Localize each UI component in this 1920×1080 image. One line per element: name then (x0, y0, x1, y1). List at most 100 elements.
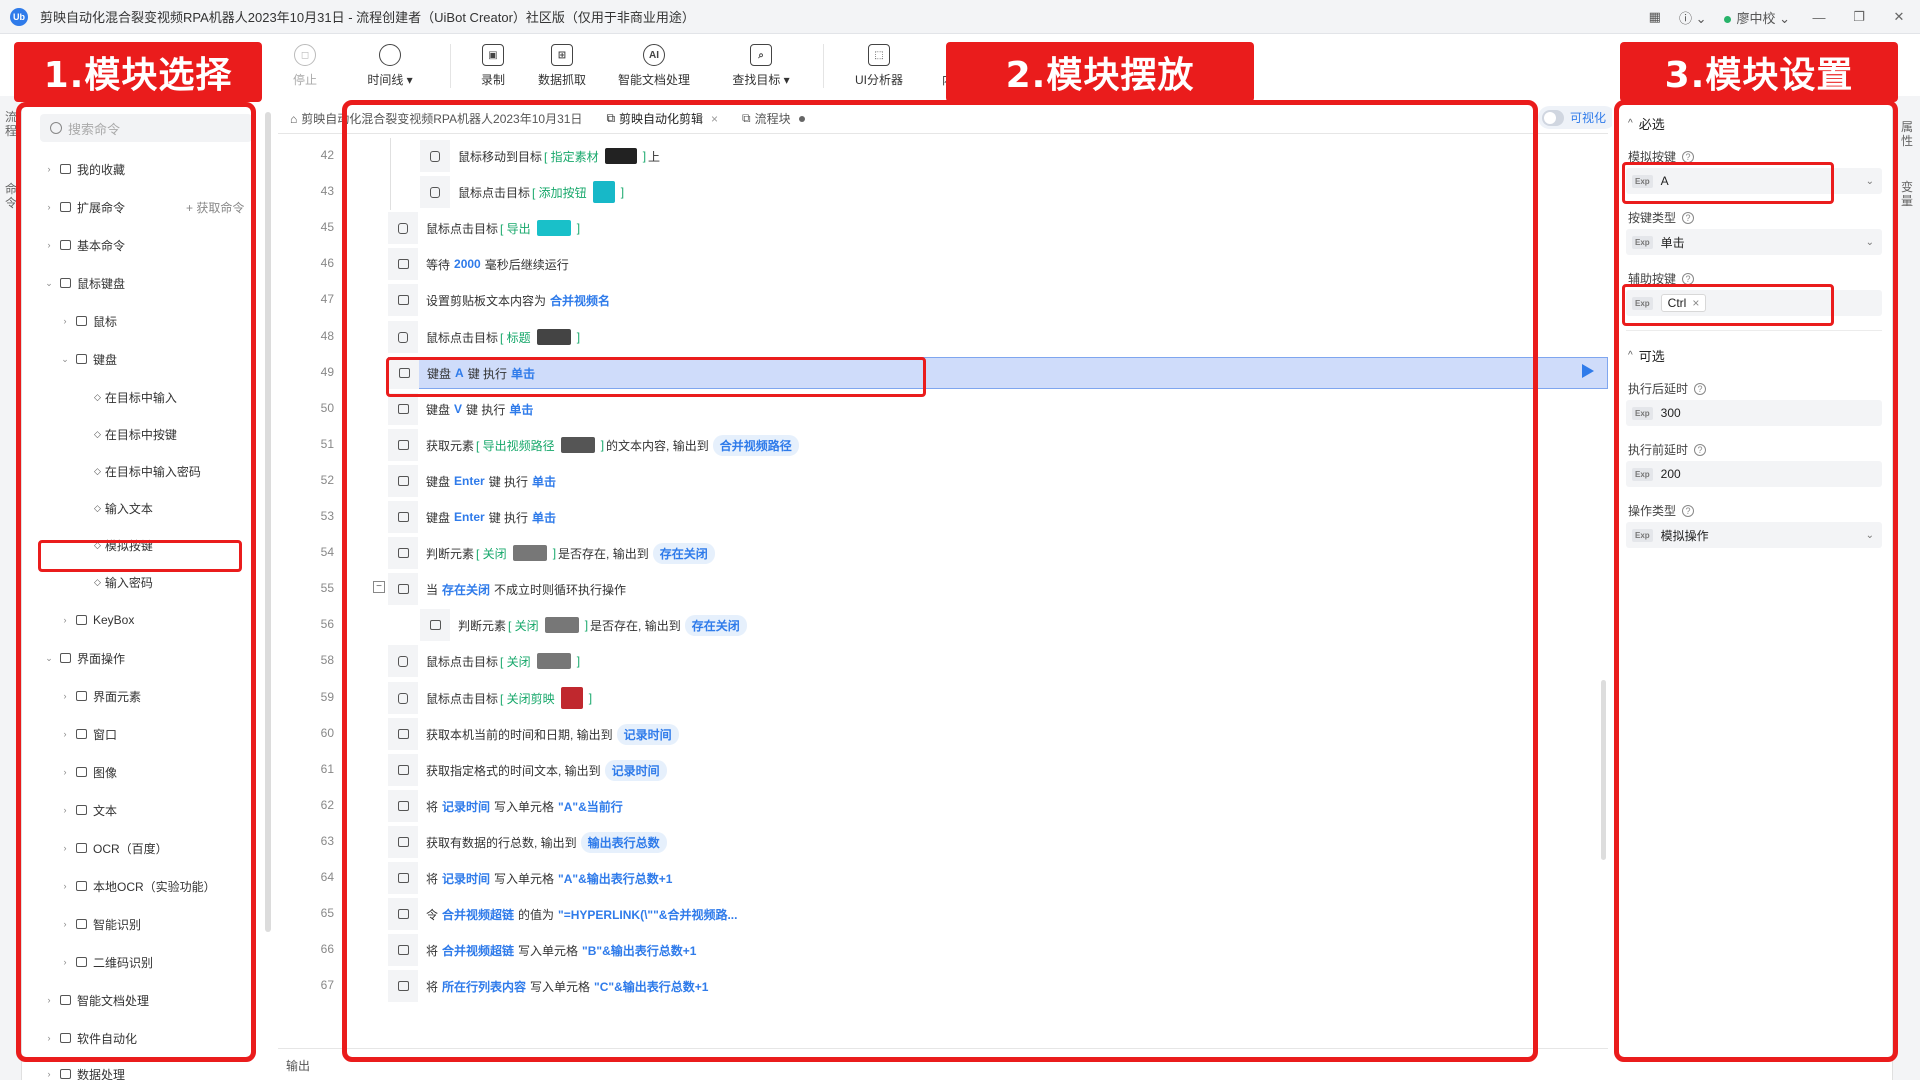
command-row[interactable]: 将 所在行列表内容 写入单元格 "C"&输出表行总数+1 (388, 970, 1608, 1002)
chevron-right-icon[interactable]: › (44, 995, 54, 1005)
tree-item[interactable]: ◇ 在目标中输入 (94, 386, 177, 408)
chevron-right-icon[interactable]: › (60, 919, 70, 929)
chevron-right-icon[interactable]: › (60, 881, 70, 891)
command-row[interactable]: 键盘 Enter 键 执行 单击 (388, 501, 1608, 533)
target-name[interactable]: ] (643, 149, 646, 163)
chevron-down-icon[interactable]: ⌄ (1866, 530, 1874, 541)
chevron-right-icon[interactable]: › (44, 1069, 54, 1079)
command-row[interactable]: 将 合并视频超链 写入单元格 "B"&输出表行总数+1 (388, 934, 1608, 966)
flow-line[interactable]: 58 鼠标点击目标 [ 关闭 ] (278, 643, 1608, 679)
key-type-select[interactable]: Exp 单击 ⌄ (1626, 229, 1882, 255)
output-variable[interactable]: 记录时间 (604, 759, 667, 781)
command-param[interactable]: 合并视频名 (550, 292, 610, 309)
flow-line[interactable]: 66 将 合并视频超链 写入单元格 "B"&输出表行总数+1 (278, 932, 1608, 968)
command-row[interactable]: 获取本机当前的时间和日期, 输出到 记录时间 (388, 718, 1608, 750)
command-param[interactable]: 存在关闭 (442, 581, 490, 598)
exp-toggle[interactable]: Exp (1632, 467, 1653, 481)
command-row[interactable]: 将 记录时间 写入单元格 "A"&当前行 (388, 790, 1608, 822)
restore-button[interactable]: ❐ (1848, 9, 1870, 25)
editor-tab[interactable]: ⧉ 剪映自动化剪辑 × (594, 104, 730, 134)
command-param[interactable]: "A"&输出表行总数+1 (558, 870, 672, 887)
variables-side-tab[interactable]: 变量 (1901, 180, 1913, 208)
target-name[interactable]: ] (577, 654, 580, 668)
delay-after-input[interactable]: Exp 300 (1626, 400, 1882, 426)
exp-toggle[interactable]: Exp (1632, 528, 1653, 542)
flow-line[interactable]: 47 设置剪贴板文本内容为 合并视频名 (278, 282, 1608, 318)
output-variable[interactable]: 输出表行总数 (580, 831, 667, 853)
command-side-tab[interactable]: 命令 (5, 182, 17, 210)
command-row[interactable]: 等待 2000 毫秒后继续运行 (388, 248, 1608, 280)
flow-line[interactable]: 63 获取有数据的行总数, 输出到 输出表行总数 (278, 824, 1608, 860)
tree-item[interactable]: › 扩展命令 (44, 196, 126, 218)
flow-line[interactable]: 43 鼠标点击目标 [ 添加按钮 ] (278, 174, 1608, 210)
flow-line[interactable]: 62 将 记录时间 写入单元格 "A"&当前行 (278, 788, 1608, 824)
get-command-button[interactable]: + 获取命令 (186, 199, 244, 216)
target-name[interactable]: [ 导出 (500, 220, 531, 237)
tree-item[interactable]: › 软件自动化 (44, 1027, 138, 1049)
tree-item[interactable]: › 窗口 (60, 723, 118, 745)
help-icon[interactable]: ? (1682, 272, 1695, 285)
ctrl-chip[interactable]: Ctrl × (1660, 294, 1707, 312)
command-param[interactable]: "=HYPERLINK(\""&合并视频路... (558, 906, 737, 923)
chevron-right-icon[interactable]: › (60, 316, 70, 326)
command-param[interactable]: A (455, 366, 464, 380)
key-field[interactable]: Exp A ⌄ (1626, 168, 1882, 194)
flow-line[interactable]: 46 等待 2000 毫秒后继续运行 (278, 246, 1608, 282)
chevron-right-icon[interactable]: › (60, 729, 70, 739)
command-row[interactable]: 鼠标点击目标 [ 关闭剪映 ] (388, 682, 1608, 714)
toolbar-record-button[interactable]: ▣ 录制 (461, 36, 525, 94)
command-param[interactable]: "C"&输出表行总数+1 (594, 978, 708, 995)
chevron-right-icon[interactable]: › (60, 957, 70, 967)
flow-line[interactable]: 42 鼠标移动到目标 [ 指定素材 ] 上 (278, 138, 1608, 174)
flow-line[interactable]: 45 鼠标点击目标 [ 导出 ] (278, 210, 1608, 246)
editor-tab[interactable]: ⧉ 流程块 (730, 104, 817, 134)
chevron-down-icon[interactable]: ⌄ (1866, 176, 1874, 187)
grid-icon[interactable]: ▦ (1649, 9, 1661, 25)
tree-item[interactable]: ⌄ 界面操作 (44, 647, 125, 669)
required-section-header[interactable]: ^ 必选 (1628, 114, 1665, 133)
tree-item[interactable]: ⌄ 键盘 (60, 348, 117, 370)
search-input[interactable]: 搜索命令 (40, 114, 252, 142)
flow-line[interactable]: 65 令 合并视频超链 的值为 "=HYPERLINK(\""&合并视频路... (278, 896, 1608, 932)
flow-line[interactable]: 52 键盘 Enter 键 执行 单击 (278, 463, 1608, 499)
target-name[interactable]: ] (553, 546, 556, 560)
target-name[interactable]: [ 导出视频路径 (476, 437, 555, 454)
toolbar-data-scrape-button[interactable]: ⊞ 数据抓取 (525, 36, 599, 94)
tree-item[interactable]: › 二维码识别 (60, 951, 154, 973)
visualize-toggle[interactable]: 可视化 (1538, 106, 1617, 129)
command-row[interactable]: 当 存在关闭 不成立时则循环执行操作 (388, 573, 1608, 605)
target-name[interactable]: [ 标题 (500, 329, 531, 346)
flow-line[interactable]: 53 键盘 Enter 键 执行 单击 (278, 499, 1608, 535)
tree-item[interactable]: › 我的收藏 (44, 158, 126, 180)
chevron-right-icon[interactable]: › (60, 767, 70, 777)
toolbar-ui-analyzer-button[interactable]: ⬚ UI分析器 (834, 36, 924, 94)
command-param[interactable]: Enter (454, 474, 485, 488)
flow-line[interactable]: 55− 当 存在关闭 不成立时则循环执行操作 (278, 571, 1608, 607)
close-icon[interactable]: × (711, 112, 718, 126)
command-param[interactable]: 记录时间 (442, 798, 490, 815)
command-row[interactable]: 获取元素 [ 导出视频路径 ] 的文本内容, 输出到 合并视频路径 (388, 429, 1608, 461)
command-row[interactable]: 键盘 Enter 键 执行 单击 (388, 465, 1608, 497)
command-param[interactable]: "A"&当前行 (558, 798, 623, 815)
command-row[interactable]: 鼠标点击目标 [ 导出 ] (388, 212, 1608, 244)
properties-side-tab[interactable]: 属性 (1901, 120, 1913, 148)
command-param[interactable]: 单击 (532, 473, 556, 490)
tree-item[interactable]: ◇ 输入文本 (94, 497, 153, 519)
help-icon[interactable]: ⓘ ⌄ (1679, 8, 1707, 27)
tree-item[interactable]: › 数据处理 (44, 1063, 126, 1080)
flow-line[interactable]: 56 判断元素 [ 关闭 ] 是否存在, 输出到 存在关闭 (278, 607, 1608, 643)
tree-item[interactable]: › 文本 (60, 799, 118, 821)
command-row[interactable]: 将 记录时间 写入单元格 "A"&输出表行总数+1 (388, 862, 1608, 894)
target-name[interactable]: [ 指定素材 (544, 148, 599, 165)
flow-line[interactable]: 49 键盘 A 键 执行 单击 (278, 355, 1608, 391)
command-param[interactable]: 单击 (532, 509, 556, 526)
output-variable[interactable]: 存在关闭 (652, 542, 715, 564)
flow-line[interactable]: 54 判断元素 [ 关闭 ] 是否存在, 输出到 存在关闭 (278, 535, 1608, 571)
command-row[interactable]: 鼠标点击目标 [ 添加按钮 ] (420, 176, 1608, 208)
chevron-right-icon[interactable]: › (44, 1033, 54, 1043)
target-name[interactable]: [ 关闭 (500, 653, 531, 670)
flow-line[interactable]: 51 获取元素 [ 导出视频路径 ] 的文本内容, 输出到 合并视频路径 (278, 427, 1608, 463)
optional-section-header[interactable]: ^ 可选 (1628, 346, 1665, 365)
chevron-right-icon[interactable]: › (44, 164, 54, 174)
editor-scrollbar[interactable] (1601, 680, 1606, 860)
